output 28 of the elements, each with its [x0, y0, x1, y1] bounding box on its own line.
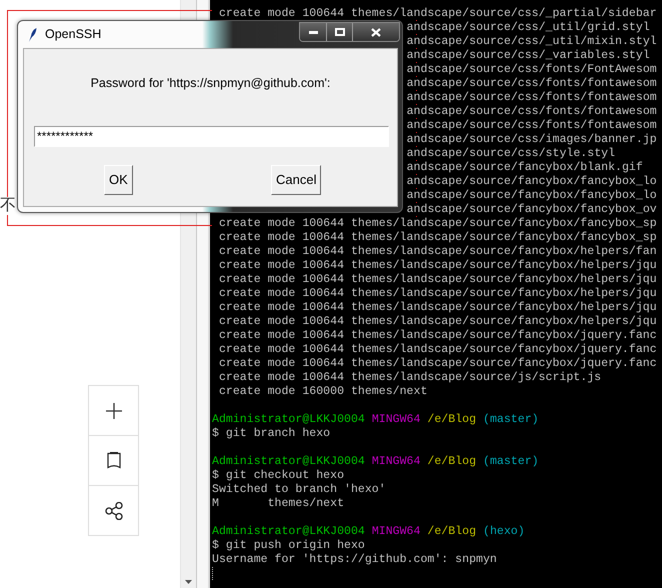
- window-title: OpenSSH: [45, 26, 102, 44]
- bookmark-icon: [106, 452, 120, 469]
- minimize-button[interactable]: [300, 23, 326, 41]
- bookmark-button[interactable]: [88, 435, 139, 486]
- ok-button[interactable]: OK: [104, 165, 133, 195]
- maximize-button[interactable]: [326, 23, 352, 41]
- password-field[interactable]: ************: [34, 126, 389, 147]
- prompt-branch: (hexo): [483, 525, 525, 538]
- prompt-user: Administrator@LKKJ0004: [212, 413, 365, 426]
- cancel-button[interactable]: Cancel: [271, 165, 322, 195]
- minimize-icon: [308, 30, 318, 34]
- prompt-user: Administrator@LKKJ0004: [212, 525, 365, 538]
- share-button[interactable]: [88, 485, 139, 536]
- share-icon: [104, 502, 122, 520]
- prompt-branch: (master): [483, 455, 539, 468]
- feather-icon: [28, 28, 37, 42]
- prompt-user: Administrator@LKKJ0004: [212, 455, 365, 468]
- close-button[interactable]: [352, 23, 399, 41]
- close-icon: [371, 28, 381, 36]
- prompt-branch: (master): [483, 413, 539, 426]
- maximize-icon: [334, 28, 344, 36]
- plus-icon: [106, 402, 122, 418]
- prompt-path: /e/Blog: [427, 413, 476, 426]
- prompt-label: Password for 'https://snpmyn@github.com':: [90, 75, 332, 92]
- prompt-path: /e/Blog: [427, 455, 476, 468]
- scroll-down-icon[interactable]: [185, 580, 192, 584]
- prompt-path: /e/Blog: [427, 525, 476, 538]
- page-text: 不: [0, 197, 16, 215]
